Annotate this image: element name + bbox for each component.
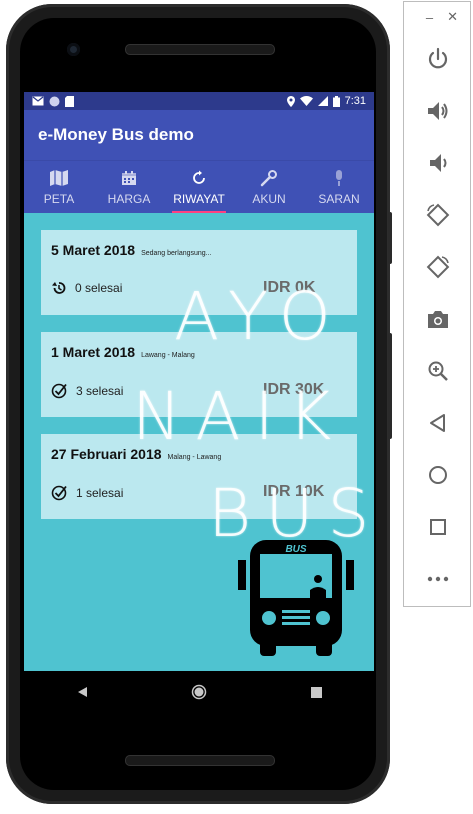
- calendar-icon: [119, 168, 139, 188]
- earpiece-speaker: [125, 44, 275, 55]
- trip-status: 3 selesai: [76, 383, 124, 398]
- mail-icon: [32, 96, 44, 106]
- front-camera: [67, 43, 80, 56]
- battery-icon: [332, 95, 340, 107]
- check-circle-icon: [51, 485, 67, 501]
- location-icon: [286, 95, 295, 107]
- tab-bar: PETA HARGA RIWAYAT AKUN SARAN: [24, 160, 374, 213]
- back-icon[interactable]: [76, 686, 88, 698]
- trip-status: 0 selesai: [75, 281, 123, 295]
- power-button[interactable]: [425, 46, 451, 72]
- tab-akun[interactable]: AKUN: [234, 161, 304, 213]
- emulator-window-controls: – ✕: [404, 2, 470, 32]
- overview-icon[interactable]: [311, 686, 323, 698]
- rotate-left-button[interactable]: [425, 202, 451, 228]
- power-icon: [428, 47, 448, 69]
- history-icon: [52, 282, 66, 294]
- tab-label: HARGA: [107, 192, 151, 206]
- minimize-icon[interactable]: –: [426, 10, 433, 25]
- back-button[interactable]: [425, 410, 451, 436]
- volume-down-icon: [430, 154, 447, 172]
- phone-screen: 7:31 e-Money Bus demo PETA HARGA RIWAYAT: [24, 92, 374, 671]
- trip-route: Sedang berlangsung...: [141, 250, 212, 257]
- home-button[interactable]: [425, 462, 451, 488]
- tab-riwayat[interactable]: RIWAYAT: [164, 161, 234, 213]
- app-title: e-Money Bus demo: [38, 125, 194, 144]
- more-icon: [427, 576, 449, 582]
- status-bar: 7:31: [24, 92, 374, 110]
- screenshot-button[interactable]: [425, 306, 451, 332]
- tab-harga[interactable]: HARGA: [94, 161, 164, 213]
- map-icon: [49, 168, 69, 188]
- volume-up-button[interactable]: [425, 98, 451, 124]
- status-time: 7:31: [344, 95, 366, 107]
- more-button[interactable]: [425, 566, 451, 592]
- microphone-icon: [329, 168, 349, 188]
- trip-date: 1 Maret 2018: [51, 344, 136, 360]
- art-text-bus: BUS: [208, 475, 374, 552]
- wifi-icon: [299, 96, 313, 106]
- history-content: BUS 5 Maret 2018 Sedang berlangsung... 0 …: [24, 213, 374, 671]
- bus-illustration: BUS: [238, 540, 354, 656]
- overview-button[interactable]: [425, 514, 451, 540]
- art-text-ayo: AYO: [174, 278, 345, 355]
- overview-icon: [430, 519, 446, 535]
- art-text-naik: NAIK: [132, 378, 346, 455]
- tab-saran[interactable]: SARAN: [304, 161, 374, 213]
- emulator-toolbar: – ✕: [403, 1, 471, 607]
- trip-status: 1 selesai: [76, 485, 124, 500]
- tab-label: SARAN: [318, 192, 360, 206]
- tab-peta[interactable]: PETA: [24, 161, 94, 213]
- signal-icon: [317, 96, 328, 106]
- app-bar: e-Money Bus demo: [24, 110, 374, 160]
- trip-date: 5 Maret 2018: [51, 242, 136, 258]
- trip-route: Malang - Lawang: [167, 454, 222, 461]
- home-icon: [429, 466, 447, 484]
- volume-down-button[interactable]: [425, 150, 451, 176]
- navigation-bar: [24, 671, 374, 713]
- phone-power-button: [388, 212, 392, 264]
- tab-label: PETA: [43, 192, 75, 206]
- zoom-icon: [428, 361, 448, 381]
- phone-volume-button: [388, 333, 392, 439]
- bottom-speaker: [125, 755, 275, 766]
- close-icon[interactable]: ✕: [447, 9, 458, 25]
- volume-up-icon: [428, 102, 448, 120]
- zoom-button[interactable]: [425, 358, 451, 384]
- wrench-icon: [259, 168, 279, 188]
- sync-icon: [49, 96, 60, 106]
- history-icon: [189, 168, 209, 188]
- check-circle-icon: [51, 383, 67, 399]
- sd-card-icon: [65, 95, 74, 107]
- rotate-left-icon: [426, 203, 450, 227]
- rotate-right-button[interactable]: [425, 254, 451, 280]
- home-icon[interactable]: [191, 684, 207, 700]
- tab-label: RIWAYAT: [173, 192, 225, 206]
- tab-label: AKUN: [252, 192, 286, 206]
- rotate-right-icon: [426, 255, 450, 279]
- camera-icon: [428, 311, 448, 328]
- back-icon: [430, 414, 445, 432]
